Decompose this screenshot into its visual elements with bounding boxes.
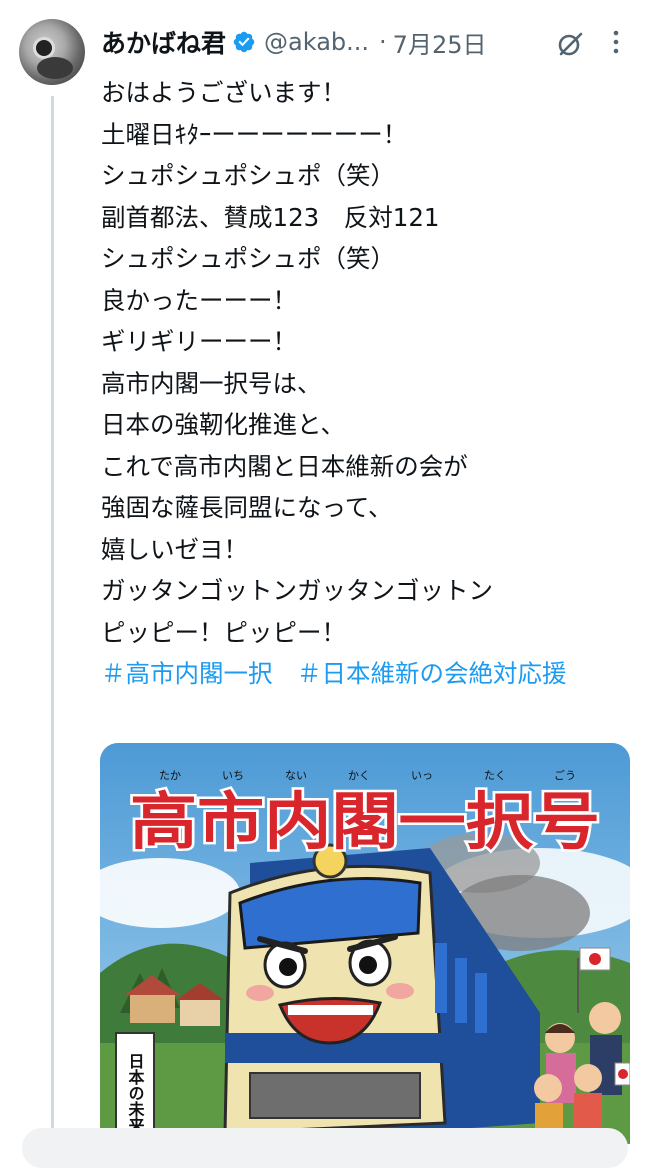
post-text: おはようございます！ 土曜日ｷﾀｰーーーーーーー！ シュポシュポシュポ（笑） 副… <box>101 72 631 695</box>
more-options-icon[interactable] <box>604 26 628 58</box>
ruby-text: かく <box>348 769 370 782</box>
author-name[interactable]: あかばね君 <box>101 24 226 60</box>
hashtag-list: ＃高市内閣一択 ＃日本維新の会絶対応援 <box>101 653 631 695</box>
text-line: 良かったーーー！ <box>101 285 297 315</box>
image-title: 高市内閣一択号 <box>130 785 600 858</box>
ruby-text: ごう <box>554 768 576 782</box>
post-date[interactable]: 7月25日 <box>393 25 487 60</box>
verified-badge-icon <box>233 31 255 53</box>
ruby-text: いち <box>222 769 244 782</box>
grok-icon[interactable] <box>556 30 584 58</box>
avatar-eye <box>33 37 55 59</box>
avatar-snout <box>37 57 73 79</box>
ruby-text: たか <box>159 769 181 782</box>
separator-dot: · <box>379 28 387 56</box>
text-line: おはようございます！ <box>101 78 346 107</box>
hashtag-link[interactable]: ＃日本維新の会絶対応援 <box>297 659 567 688</box>
avatar[interactable] <box>19 19 85 85</box>
text-line: 土曜日ｷﾀｰーーーーーーー！ <box>101 119 408 149</box>
train-illustration: 日本の未来へ たか いち ない かく いっ たく ごう 高市内閣一択号 <box>100 743 630 1144</box>
text-line: これで高市内閣と日本維新の会が <box>101 451 468 481</box>
text-line: 高市内閣一択号は、 <box>101 368 322 398</box>
house <box>130 993 175 1023</box>
text-line: 嬉しいゼヨ！ <box>101 534 248 564</box>
bottom-bar <box>22 1128 628 1168</box>
post-header: あかばね君 @akab... · 7月25日 <box>101 22 486 62</box>
text-line: 強固な薩長同盟になって、 <box>101 493 393 522</box>
text-line: ピッピー！ピッピー！ <box>101 617 346 647</box>
text-line: 副首都法、賛成123 反対121 <box>101 202 440 232</box>
ruby-text: たく <box>484 769 506 782</box>
text-line: ガッタンゴットンガッタンゴットン <box>101 576 493 605</box>
author-handle[interactable]: @akab... <box>264 28 369 56</box>
text-line: シュポシュポシュポ（笑） <box>101 161 395 190</box>
ruby-text: ない <box>285 769 307 782</box>
hashtag-link[interactable]: ＃高市内閣一択 <box>101 659 273 688</box>
ruby-text: いっ <box>411 769 433 782</box>
post-image[interactable]: 日本の未来へ たか いち ない かく いっ たく ごう 高市内閣一択号 <box>100 743 630 1144</box>
text-line: ギリギリーーー！ <box>101 327 297 356</box>
thread-line <box>51 96 54 1144</box>
text-line: 日本の強靭化推進と、 <box>101 410 346 439</box>
text-line: シュポシュポシュポ（笑） <box>101 244 395 273</box>
